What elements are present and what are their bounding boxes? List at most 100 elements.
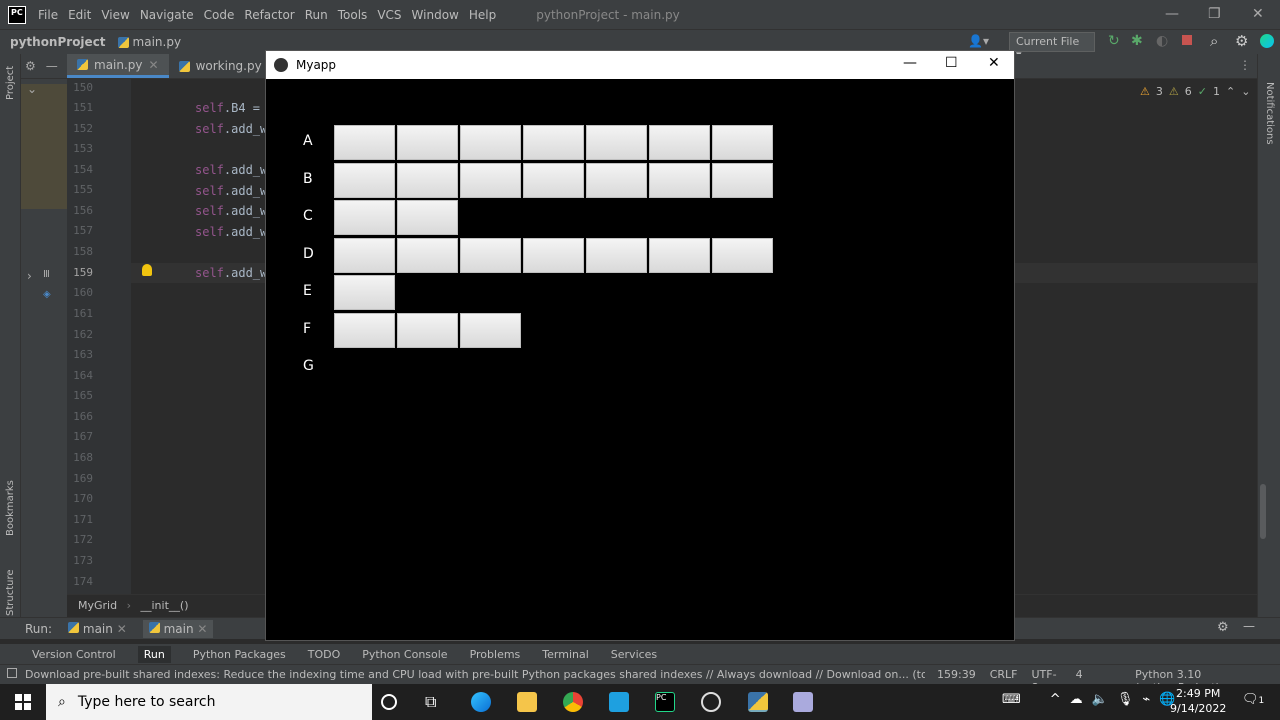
project-tool-label[interactable]: Project bbox=[5, 66, 16, 100]
grid-button[interactable] bbox=[523, 162, 584, 198]
tool-services[interactable]: Services bbox=[611, 648, 657, 661]
tool-terminal[interactable]: Terminal bbox=[542, 648, 589, 661]
cloud-icon[interactable]: ☁ bbox=[1070, 692, 1083, 707]
grid-button[interactable] bbox=[460, 312, 521, 348]
tool-python-console[interactable]: Python Console bbox=[362, 648, 447, 661]
grid-button[interactable] bbox=[586, 125, 647, 160]
windows-start-icon[interactable] bbox=[0, 684, 46, 720]
tool-problems[interactable]: Problems bbox=[470, 648, 521, 661]
close-icon[interactable]: ✕ bbox=[1252, 6, 1264, 22]
coverage-icon[interactable]: ◐ bbox=[1156, 33, 1168, 49]
grid-button[interactable] bbox=[460, 162, 521, 198]
grid-button[interactable] bbox=[712, 162, 773, 198]
more-icon[interactable]: ⋮ bbox=[1239, 58, 1251, 72]
code-line[interactable]: self.add_w bbox=[195, 163, 267, 177]
taskbar-clock[interactable]: 2:49 PM 9/14/2022 bbox=[1170, 686, 1226, 716]
minimize-icon[interactable]: — bbox=[1165, 6, 1179, 22]
grid-button[interactable] bbox=[649, 237, 710, 273]
task-view-icon[interactable]: ⧉ bbox=[425, 692, 445, 712]
grid-button[interactable] bbox=[712, 125, 773, 160]
gear-icon[interactable]: ⚙ bbox=[1217, 620, 1229, 635]
volume-icon[interactable]: 🔈 bbox=[1092, 692, 1108, 707]
code-line[interactable]: self.B4 = bbox=[195, 101, 260, 115]
bookmarks-tool-label[interactable]: Bookmarks bbox=[5, 480, 16, 536]
structure-tool-label[interactable]: Structure bbox=[5, 569, 16, 616]
debug-icon[interactable]: ✱ bbox=[1131, 33, 1143, 49]
menu-navigate[interactable]: Navigate bbox=[140, 8, 194, 22]
grid-button[interactable] bbox=[397, 200, 458, 235]
code-line[interactable]: self.add_w bbox=[195, 204, 267, 218]
rerun-icon[interactable]: ↻ bbox=[1108, 33, 1120, 49]
cortana-icon[interactable] bbox=[381, 694, 397, 710]
keyboard-icon[interactable]: ⌨ bbox=[1002, 692, 1021, 707]
editor-scrollbar[interactable] bbox=[1260, 484, 1266, 539]
grid-button[interactable] bbox=[334, 275, 395, 310]
status-toggle-icon[interactable] bbox=[7, 668, 17, 678]
menu-window[interactable]: Window bbox=[412, 8, 459, 22]
grid-button[interactable] bbox=[523, 237, 584, 273]
chrome-icon[interactable] bbox=[563, 692, 583, 712]
grid-button[interactable] bbox=[334, 237, 395, 273]
network-icon[interactable]: ⌁ bbox=[1142, 692, 1150, 707]
grid-button[interactable] bbox=[397, 125, 458, 160]
close-tab-icon[interactable]: ✕ bbox=[149, 58, 159, 72]
menu-file[interactable]: File bbox=[38, 8, 58, 22]
chevron-down-icon[interactable]: ⌄ bbox=[27, 82, 37, 96]
grid-button[interactable] bbox=[397, 162, 458, 198]
tool-version-control[interactable]: Version Control bbox=[32, 648, 116, 661]
restore-icon[interactable]: ❐ bbox=[1208, 6, 1221, 22]
breadcrumb-method[interactable]: __init__() bbox=[141, 599, 189, 612]
lightbulb-icon[interactable] bbox=[142, 264, 152, 276]
inspection-widget[interactable]: ⚠ 3 ⚠ 6 ✓ 1 ⌃ ⌄ bbox=[1140, 85, 1260, 101]
code-line[interactable]: self.add_w bbox=[195, 225, 267, 239]
grid-button[interactable] bbox=[523, 125, 584, 160]
minimize-icon[interactable]: — bbox=[903, 55, 917, 71]
tool-python-packages[interactable]: Python Packages bbox=[193, 648, 286, 661]
chevron-right-icon[interactable]: › bbox=[27, 269, 32, 283]
run-tab-main-active[interactable]: main ✕ bbox=[142, 619, 214, 638]
paint-icon[interactable] bbox=[793, 692, 813, 712]
grid-button[interactable] bbox=[334, 162, 395, 198]
settings-icon[interactable]: ⚙ bbox=[25, 59, 36, 73]
run-tab-main[interactable]: main ✕ bbox=[68, 621, 127, 636]
grid-button[interactable] bbox=[460, 237, 521, 273]
breadcrumb-class[interactable]: MyGrid bbox=[78, 599, 117, 612]
grid-button[interactable] bbox=[397, 237, 458, 273]
code-line[interactable]: self.add_w bbox=[195, 122, 267, 136]
nav-file[interactable]: main.py bbox=[133, 35, 182, 49]
close-icon[interactable]: ✕ bbox=[988, 55, 1000, 71]
run-config-select[interactable]: Current File ▾ bbox=[1009, 32, 1095, 61]
search-icon[interactable]: ⌕ bbox=[1210, 32, 1218, 50]
user-icon[interactable]: 👤▾ bbox=[968, 34, 989, 48]
grid-button[interactable] bbox=[712, 237, 773, 273]
chevron-up-icon[interactable]: ⌃ bbox=[1226, 85, 1235, 101]
maximize-icon[interactable]: ☐ bbox=[945, 55, 958, 71]
jetbrains-ai-icon[interactable] bbox=[1260, 34, 1274, 48]
menu-code[interactable]: Code bbox=[204, 8, 235, 22]
code-line[interactable]: self.add_w bbox=[195, 266, 267, 280]
status-message[interactable]: Download pre-built shared indexes: Reduc… bbox=[25, 668, 925, 681]
pycharm-taskbar-icon[interactable]: PC bbox=[655, 692, 675, 712]
file-explorer-icon[interactable] bbox=[517, 692, 537, 712]
gear-icon[interactable]: ⚙ bbox=[1235, 32, 1248, 50]
grid-button[interactable] bbox=[334, 125, 395, 160]
tool-run[interactable]: Run bbox=[137, 645, 171, 663]
microphone-icon[interactable]: 🎙 bbox=[1117, 692, 1134, 707]
grid-button[interactable] bbox=[649, 125, 710, 160]
menu-help[interactable]: Help bbox=[469, 8, 496, 22]
grid-button[interactable] bbox=[334, 200, 395, 235]
code-line[interactable]: self.add_w bbox=[195, 184, 267, 198]
app-arrow-icon[interactable] bbox=[609, 692, 629, 712]
grid-button[interactable] bbox=[397, 312, 458, 348]
menu-tools[interactable]: Tools bbox=[338, 8, 368, 22]
notification-center-icon[interactable]: 🗨1 bbox=[1242, 692, 1264, 707]
menu-run[interactable]: Run bbox=[305, 8, 328, 22]
edge-icon[interactable] bbox=[471, 692, 491, 712]
notifications-tool-label[interactable]: Notifications bbox=[1264, 82, 1275, 145]
hide-icon[interactable]: — bbox=[1243, 619, 1255, 633]
chevron-down-icon[interactable]: ⌄ bbox=[1241, 85, 1250, 101]
grid-button[interactable] bbox=[649, 162, 710, 198]
tool-todo[interactable]: TODO bbox=[308, 648, 341, 661]
grid-button[interactable] bbox=[586, 162, 647, 198]
menu-edit[interactable]: Edit bbox=[68, 8, 91, 22]
